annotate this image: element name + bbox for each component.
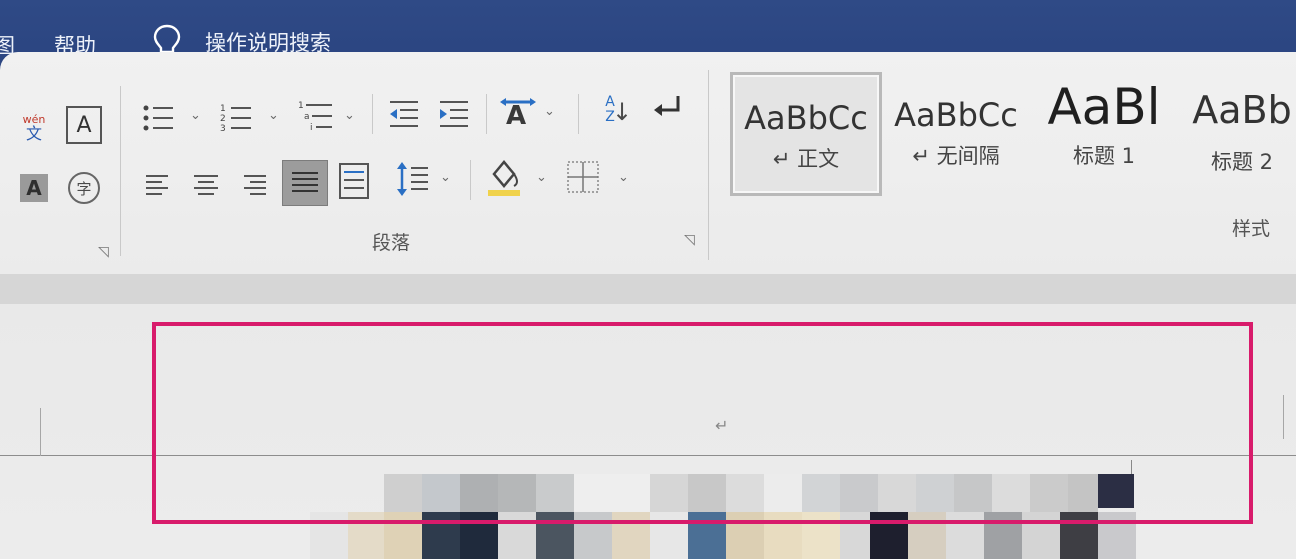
chevron-down-icon[interactable]: ⌄ [268, 108, 279, 123]
enclose-characters-glyph: 字 [76, 179, 92, 198]
chevron-down-icon[interactable]: ⌄ [536, 170, 547, 185]
styles-group-label: 样式 [1232, 218, 1271, 240]
chevron-down-icon[interactable]: ⌄ [618, 170, 629, 185]
style-normal-tile[interactable]: AaBbCc ↵ 正文 [730, 72, 882, 196]
borders-icon[interactable] [566, 160, 600, 194]
numbered-list-icon[interactable]: 123 [218, 100, 254, 136]
sort-arrow-icon: ↓ [612, 98, 633, 126]
bullet-list-icon[interactable] [140, 100, 176, 136]
font-dialog-launcher-icon[interactable]: ◹ [98, 244, 109, 260]
ruler-band [0, 274, 1296, 304]
style-name-heading2: 标题 2 [1210, 150, 1274, 174]
increase-indent-icon[interactable] [436, 98, 472, 132]
show-formatting-marks-icon[interactable] [650, 92, 686, 126]
annotation-highlight-box [152, 322, 1253, 524]
chevron-down-icon[interactable]: ⌄ [440, 170, 451, 185]
right-margin-marker [1283, 395, 1284, 439]
character-border-button[interactable]: A [66, 106, 102, 144]
multilevel-list-icon[interactable]: 1 a i [296, 98, 336, 134]
group-separator [708, 70, 709, 260]
align-center-icon[interactable] [192, 170, 220, 198]
paragraph-dialog-launcher-icon[interactable]: ◹ [684, 232, 695, 248]
align-right-icon[interactable] [240, 170, 268, 198]
phonetic-guide-top: wén [22, 112, 46, 126]
decrease-indent-icon[interactable] [386, 98, 422, 132]
group-separator [120, 86, 121, 256]
enclose-characters-button[interactable]: 字 [68, 172, 100, 204]
style-heading1-tile[interactable]: AaBl 标题 1 [1036, 72, 1172, 190]
character-shading-glyph: A [26, 176, 42, 200]
style-name-normal: ↵ 正文 [772, 147, 840, 171]
character-border-glyph: A [76, 112, 92, 138]
style-preview-heading1: AaBl [1047, 78, 1161, 136]
group-separator [470, 160, 471, 200]
paragraph-group-label: 段落 [372, 232, 411, 254]
style-heading2-tile[interactable]: AaBb 标题 2 [1188, 72, 1296, 190]
svg-text:2: 2 [220, 114, 226, 124]
svg-text:1: 1 [298, 101, 304, 111]
chevron-down-icon[interactable]: ⌄ [544, 104, 555, 119]
svg-text:3: 3 [220, 124, 226, 134]
style-no-spacing-tile[interactable]: AaBbCc ↵ 无间隔 [886, 72, 1026, 190]
style-preview-normal: AaBbCc [744, 99, 868, 137]
svg-text:a: a [304, 112, 310, 122]
phonetic-guide-bottom: 文 [25, 123, 42, 143]
style-name-heading1: 标题 1 [1072, 144, 1136, 168]
align-left-icon[interactable] [144, 170, 172, 198]
style-preview-heading2: AaBb [1192, 88, 1292, 132]
group-separator [372, 94, 373, 134]
style-name-no-spacing: ↵ 无间隔 [912, 144, 1000, 168]
left-margin-marker [40, 408, 41, 456]
svg-text:A: A [506, 101, 526, 131]
justify-button[interactable] [282, 160, 328, 206]
group-separator [578, 94, 579, 134]
chinese-layout-icon[interactable]: A [498, 94, 538, 134]
chevron-down-icon[interactable]: ⌄ [190, 108, 201, 123]
phonetic-guide-button[interactable]: wén 文 [18, 110, 50, 146]
chevron-down-icon[interactable]: ⌄ [344, 108, 355, 123]
distributed-icon[interactable] [338, 162, 370, 200]
justify-icon [292, 172, 318, 192]
character-shading-button[interactable]: A [20, 174, 48, 202]
svg-text:i: i [310, 123, 313, 133]
style-preview-no-spacing: AaBbCc [894, 96, 1018, 134]
svg-text:1: 1 [220, 104, 226, 114]
shading-bucket-icon[interactable] [484, 156, 524, 198]
line-spacing-icon[interactable] [396, 160, 430, 198]
group-separator [486, 94, 487, 134]
